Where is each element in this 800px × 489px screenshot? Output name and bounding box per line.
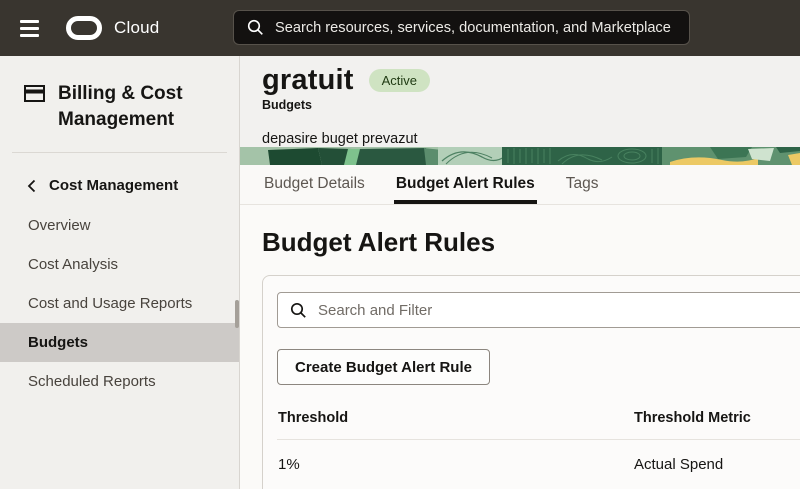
tab-panel: Budget Alert Rules Search and Filter Cre…	[240, 205, 800, 489]
column-header-threshold: Threshold	[277, 410, 634, 426]
table-header-row: Threshold Threshold Metric	[277, 410, 800, 440]
decorative-banner	[240, 147, 800, 165]
sidebar-item-scheduled-reports[interactable]: Scheduled Reports	[0, 362, 239, 401]
alert-rules-table: Threshold Threshold Metric 1% Actual Spe…	[277, 410, 800, 473]
billing-card-icon	[24, 85, 45, 102]
sidebar-item-budgets[interactable]: Budgets	[0, 323, 239, 362]
tab-tags[interactable]: Tags	[564, 165, 601, 204]
global-search-input[interactable]: Search resources, services, documentatio…	[233, 10, 690, 45]
topbar: Cloud Search resources, services, docume…	[0, 0, 800, 56]
search-filter-input[interactable]: Search and Filter	[277, 292, 800, 328]
cell-threshold-metric: Actual Spend	[634, 456, 800, 473]
sidebar-section-label: Cost Management	[49, 177, 178, 194]
menu-icon[interactable]	[20, 20, 39, 37]
tab-bar: Budget Details Budget Alert Rules Tags	[240, 165, 800, 205]
sidebar-item-overview[interactable]: Overview	[0, 206, 239, 245]
page-header: gratuit Active Budgets depasire buget pr…	[240, 56, 800, 147]
table-row[interactable]: 1% Actual Spend	[277, 440, 800, 473]
column-header-threshold-metric: Threshold Metric	[634, 410, 800, 426]
oracle-logo-icon[interactable]	[66, 16, 102, 40]
create-budget-alert-rule-button[interactable]: Create Budget Alert Rule	[277, 349, 490, 385]
status-badge: Active	[369, 69, 430, 92]
sidebar-back-cost-management[interactable]: Cost Management	[0, 153, 239, 206]
search-icon	[290, 302, 307, 319]
sidebar-item-cost-usage-reports[interactable]: Cost and Usage Reports	[0, 284, 239, 323]
page-title: gratuit	[262, 64, 354, 97]
tab-budget-alert-rules[interactable]: Budget Alert Rules	[394, 165, 537, 204]
sidebar-header: Billing & Cost Management	[0, 56, 239, 152]
sidebar-title: Billing & Cost Management	[58, 81, 219, 132]
budget-description: depasire buget prevazut	[262, 131, 800, 147]
cell-threshold: 1%	[277, 456, 634, 473]
chevron-left-icon	[27, 179, 36, 193]
sidebar: Billing & Cost Management Cost Managemen…	[0, 56, 240, 489]
breadcrumb[interactable]: Budgets	[262, 98, 800, 112]
section-heading: Budget Alert Rules	[262, 227, 800, 258]
sidebar-scrollbar-thumb[interactable]	[235, 300, 239, 328]
tab-budget-details[interactable]: Budget Details	[262, 165, 367, 204]
alert-rules-panel: Search and Filter Create Budget Alert Ru…	[262, 275, 800, 489]
brand-label: Cloud	[114, 18, 159, 38]
main-area: gratuit Active Budgets depasire buget pr…	[240, 56, 800, 489]
search-icon	[247, 19, 264, 36]
search-filter-placeholder: Search and Filter	[318, 302, 432, 319]
global-search-placeholder: Search resources, services, documentatio…	[275, 20, 671, 36]
sidebar-item-cost-analysis[interactable]: Cost Analysis	[0, 245, 239, 284]
